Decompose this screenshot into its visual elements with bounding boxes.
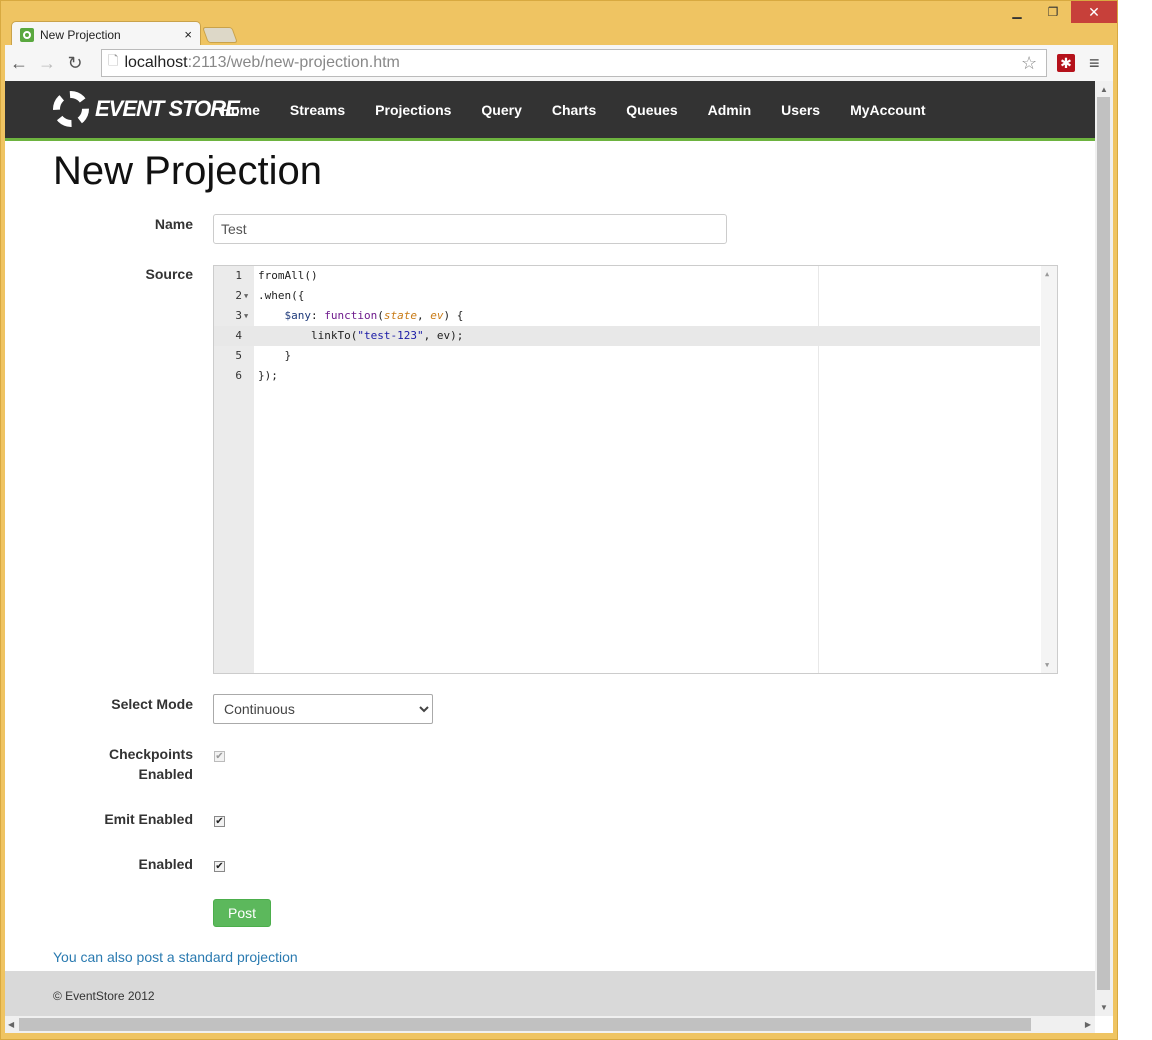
checkpoints-checkbox[interactable]: ✔ (214, 751, 225, 762)
code-line: 1 fromAll() (235, 269, 318, 282)
nav-menu: Home Streams Projections Query Charts Qu… (221, 81, 956, 138)
reload-icon[interactable]: ↻ (61, 53, 89, 74)
code-line: 2 ▼ .when({ (214, 286, 1040, 306)
name-label: Name (154, 216, 193, 232)
favicon-icon (20, 27, 34, 42)
nav-streams[interactable]: Streams (290, 102, 345, 118)
code-line: 6}); (235, 369, 278, 382)
checkpoints-label: Checkpoints Enabled (108, 746, 193, 782)
source-label: Source (145, 266, 193, 282)
nav-query[interactable]: Query (481, 102, 521, 118)
logo[interactable]: EVENT STORE (53, 91, 240, 127)
fold-icon: ▼ (244, 292, 249, 300)
close-window-button[interactable]: ✕ (1071, 1, 1117, 23)
nav-queues[interactable]: Queues (626, 102, 677, 118)
nav-users[interactable]: Users (781, 102, 820, 118)
name-input[interactable] (213, 214, 727, 244)
browser-tab[interactable]: New Projection × (11, 21, 201, 47)
extension-icon[interactable]: ✱ (1057, 54, 1075, 72)
nav-home[interactable]: Home (221, 102, 260, 118)
window-controls: ▁ ❐ ✕ (999, 1, 1117, 23)
post-button[interactable]: Post (213, 899, 271, 927)
fold-icon: ▼ (244, 312, 249, 320)
mode-label: Select Mode (111, 696, 193, 712)
standard-projection-link[interactable]: You can also post a standard projection (53, 949, 298, 965)
url-host: localhost (124, 54, 188, 71)
nav-projections[interactable]: Projections (375, 102, 451, 118)
code-line-active: 4 linkTo("test-123", ev); (214, 326, 1040, 346)
new-tab-button[interactable] (202, 27, 238, 43)
browser-window: ▁ ❐ ✕ New Projection × ← → ↻ 🗋 localhost… (0, 0, 1118, 1040)
browser-toolbar: ← → ↻ 🗋 localhost:2113/web/new-projectio… (5, 45, 1113, 81)
logo-icon (53, 91, 89, 127)
vertical-scrollbar[interactable]: ▲ ▼ (1095, 81, 1113, 1016)
tab-title: New Projection (40, 27, 121, 42)
maximize-button[interactable]: ❐ (1035, 1, 1071, 23)
tab-close-icon[interactable]: × (184, 27, 192, 42)
emit-label: Emit Enabled (104, 811, 193, 827)
url-path: :2113/web/new-projection.htm (187, 54, 400, 71)
horizontal-scrollbar[interactable]: ◀ ▶ (5, 1016, 1095, 1033)
menu-icon[interactable]: ≡ (1089, 53, 1100, 74)
forward-icon[interactable]: → (33, 53, 61, 74)
navbar: EVENT STORE Home Streams Projections Que… (5, 81, 1095, 141)
back-icon[interactable]: ← (5, 53, 33, 74)
nav-myaccount[interactable]: MyAccount (850, 102, 925, 118)
copyright: © EventStore 2012 (53, 989, 155, 1003)
bookmark-star-icon[interactable]: ☆ (1021, 53, 1037, 74)
page-viewport: EVENT STORE Home Streams Projections Que… (5, 81, 1113, 1033)
page-icon: 🗋 (108, 53, 119, 68)
mode-select[interactable]: Continuous (213, 694, 433, 724)
address-bar[interactable]: 🗋 localhost:2113/web/new-projection.htm (101, 49, 1047, 77)
minimize-button[interactable]: ▁ (999, 1, 1035, 23)
source-editor[interactable]: 1 fromAll() 2 ▼ .when({ 3 ▼ $any: function(s… (213, 265, 1058, 674)
logo-text: EVENT STORE (95, 96, 240, 121)
nav-charts[interactable]: Charts (552, 102, 596, 118)
page-title: New Projection (53, 149, 323, 193)
emit-checkbox[interactable]: ✔ (214, 816, 225, 827)
nav-admin[interactable]: Admin (708, 102, 752, 118)
enabled-label: Enabled (138, 856, 193, 872)
footer: © EventStore 2012 (5, 971, 1095, 1016)
code-line: 5 } (235, 349, 292, 362)
code-line: 3 ▼ $any: function(state, ev) { (214, 306, 1040, 326)
enabled-checkbox[interactable]: ✔ (214, 861, 225, 872)
editor-scrollbar[interactable]: ▲ ▼ (1041, 266, 1057, 673)
